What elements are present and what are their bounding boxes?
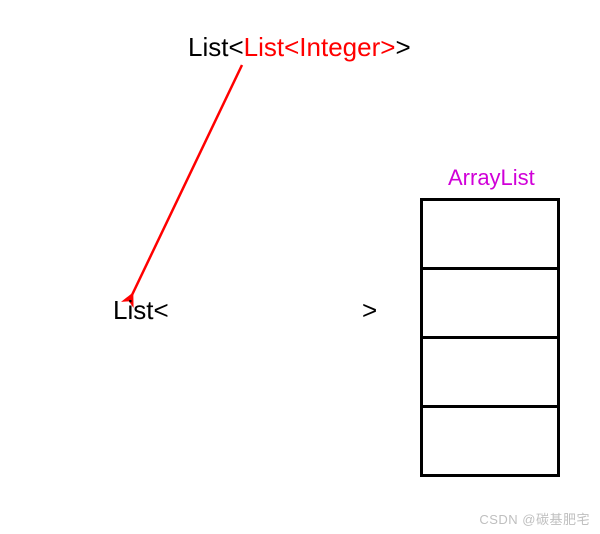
element-type-prefix: List< [113, 295, 169, 326]
inner-type: List<Integer> [244, 32, 396, 62]
arraylist-label: ArrayList [448, 165, 535, 191]
outer-type-prefix: List< [188, 32, 244, 62]
arraylist-structure [420, 198, 560, 474]
array-cell [420, 267, 560, 339]
generic-type-declaration: List<List<Integer>> [188, 32, 411, 63]
array-cell [420, 198, 560, 270]
arrow-icon [112, 50, 272, 315]
array-cell [420, 405, 560, 477]
outer-type-suffix: > [395, 32, 410, 62]
array-cell [420, 336, 560, 408]
watermark: CSDN @碳基肥宅 [479, 509, 590, 528]
element-type-suffix: > [362, 295, 377, 326]
